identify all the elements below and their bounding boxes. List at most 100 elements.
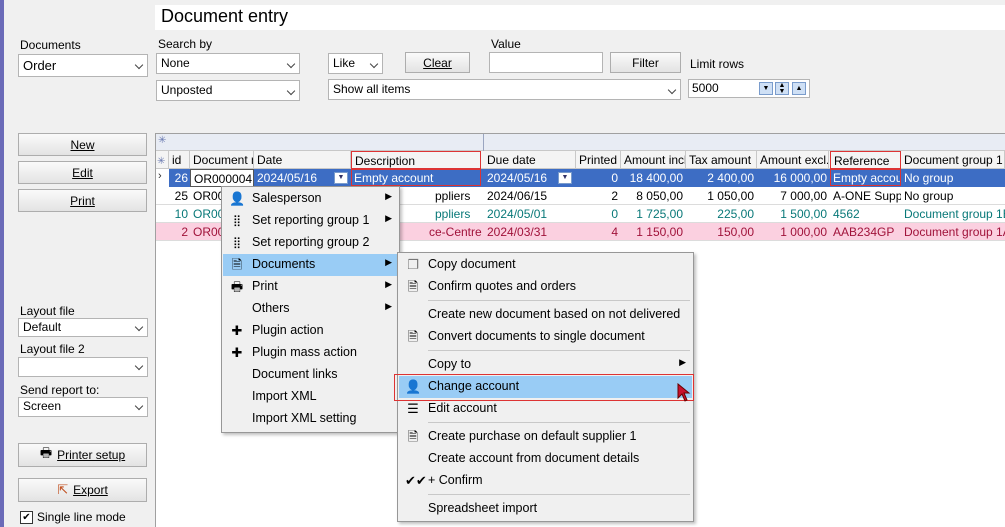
person-icon: 👤 [229, 191, 246, 206]
document-icon: 🗎 [407, 429, 419, 444]
value-input[interactable] [489, 52, 603, 73]
menu-item-confirm[interactable]: ✔✔ + Confirm [399, 470, 692, 492]
chevron-down-icon [286, 86, 296, 96]
col-header-tax-amount[interactable]: Tax amount [686, 151, 757, 169]
col-header-amount-incl[interactable]: Amount incl. [621, 151, 686, 169]
col-header-amount-excl[interactable]: Amount excl. [757, 151, 829, 169]
edit-button[interactable]: Edit [18, 161, 147, 184]
menu-item-copy-document[interactable]: ❐ Copy document [399, 254, 692, 276]
date-dropdown-icon[interactable]: ▼ [334, 172, 348, 184]
description-highlight-box [351, 169, 481, 186]
layout-file2-select[interactable] [18, 357, 148, 377]
menu-item-edit-account[interactable]: ☰ Edit account [399, 398, 692, 420]
status-select[interactable]: Unposted [156, 80, 300, 101]
row-indicator-header: ✳ [156, 151, 169, 169]
col-header-document-number[interactable]: Document nu [190, 151, 254, 169]
menu-item-create-new-document[interactable]: Create new document based on not deliver… [399, 304, 692, 326]
spin-updown-icon[interactable]: ▲ ▼ [775, 82, 789, 95]
spin-down-icon[interactable]: ▼ [759, 82, 773, 95]
asterisk-icon: ✳ [157, 156, 166, 167]
filter-button[interactable]: Filter [610, 52, 681, 73]
limit-rows-value: 5000 [692, 81, 719, 95]
send-report-label: Send report to: [20, 383, 100, 397]
menu-item-print[interactable]: 🖶 Print ▶ [223, 276, 398, 298]
puzzle-icon: ✚ [231, 345, 243, 360]
operator-select[interactable]: Like [328, 53, 383, 74]
menu-item-set-reporting-group-2[interactable]: ⣿ Set reporting group 2 [223, 232, 398, 254]
search-by-label: Search by [158, 37, 213, 51]
menu-item-set-reporting-group-1[interactable]: ⣿ Set reporting group 1 ▶ [223, 210, 398, 232]
documents-select[interactable]: Order [18, 54, 148, 77]
new-button[interactable]: New [18, 133, 147, 156]
single-line-checkbox[interactable]: ✔ [20, 511, 33, 524]
spin-up-icon[interactable]: ▲ [792, 82, 806, 95]
menu-item-create-account[interactable]: Create account from document details [399, 448, 692, 470]
document-icon: 🗎 [407, 279, 419, 294]
menu-item-others[interactable]: Others ▶ [223, 298, 398, 320]
menu-item-document-links[interactable]: Document links [223, 364, 398, 386]
puzzle-icon: ✚ [231, 323, 243, 338]
documents-label: Documents [20, 38, 81, 52]
submenu-arrow-icon: ▶ [679, 357, 686, 367]
single-line-label: Single line mode [37, 510, 126, 524]
limit-rows-label: Limit rows [690, 57, 745, 71]
printer-icon: 🖶 [230, 279, 244, 294]
col-header-document-group[interactable]: Document group 1 [901, 151, 1005, 169]
col-header-due-date[interactable]: Due date [484, 151, 576, 169]
submenu-arrow-icon: ▶ [385, 301, 392, 311]
grid-header: ✳ id Document nu Date Description Due da… [156, 151, 1005, 169]
menu-item-create-purchase[interactable]: 🗎 Create purchase on default supplier 1 [399, 426, 692, 448]
col-header-date[interactable]: Date [254, 151, 351, 169]
grid-dots-icon: ⣿ [232, 237, 242, 249]
show-items-select[interactable]: Show all items [328, 79, 681, 100]
show-items-value: Show all items [333, 82, 411, 96]
send-report-select[interactable]: Screen [18, 397, 148, 417]
layout-file-label: Layout file [20, 304, 75, 318]
asterisk-icon: ✳ [158, 135, 167, 146]
chevron-down-icon [134, 60, 144, 70]
chevron-down-icon [134, 361, 144, 371]
menu-item-import-xml-setting[interactable]: Import XML setting [223, 408, 398, 430]
col-header-description[interactable]: Description [351, 151, 481, 169]
layout-file-select[interactable]: Default [18, 318, 148, 337]
col-header-id[interactable]: id [169, 151, 190, 169]
document-number-cell-editing[interactable]: OR000004 [190, 169, 254, 187]
submenu-arrow-icon: ▶ [385, 213, 392, 223]
col-header-reference[interactable]: Reference [830, 151, 901, 169]
export-button[interactable]: ⇱ Export [18, 478, 147, 502]
menu-item-salesperson[interactable]: 👤 Salesperson ▶ [223, 188, 398, 210]
left-window-edge [0, 0, 4, 527]
clear-button[interactable]: Clear [405, 52, 470, 73]
document-icon: 🗎 [407, 329, 419, 344]
menu-item-documents[interactable]: 🗎 Documents ▶ [223, 254, 398, 276]
menu-item-spreadsheet-import[interactable]: Spreadsheet import [399, 498, 692, 520]
chevron-down-icon [369, 59, 379, 69]
submenu-arrow-icon: ▶ [385, 279, 392, 289]
search-by-select[interactable]: None [156, 53, 300, 74]
limit-rows-spinner[interactable]: 5000 ▼ ▲ ▼ ▲ [688, 79, 810, 98]
list-icon: ☰ [407, 401, 419, 416]
chevron-down-icon [286, 59, 296, 69]
print-button[interactable]: Print [18, 189, 147, 212]
printer-setup-button[interactable]: 🖶 Printer setup [18, 443, 147, 467]
grid-group-band: ✳ [156, 134, 1005, 151]
menu-item-copy-to[interactable]: Copy to ▶ [399, 354, 692, 376]
current-row-arrow-icon: › [156, 169, 169, 187]
menu-item-plugin-mass-action[interactable]: ✚ Plugin mass action [223, 342, 398, 364]
menu-item-import-xml[interactable]: Import XML [223, 386, 398, 408]
chevron-down-icon [134, 401, 144, 411]
send-report-value: Screen [23, 399, 62, 413]
page-title: Document entry [161, 6, 289, 26]
due-date-dropdown-icon[interactable]: ▼ [558, 172, 572, 184]
document-icon: 🗎 [231, 257, 243, 272]
menu-item-convert-documents[interactable]: 🗎 Convert documents to single document [399, 326, 692, 348]
search-by-value: None [161, 56, 190, 70]
menu-item-plugin-action[interactable]: ✚ Plugin action [223, 320, 398, 342]
col-header-printed[interactable]: Printed [576, 151, 621, 169]
chevron-down-icon [134, 322, 144, 332]
copy-icon: ❐ [407, 257, 419, 272]
status-value: Unposted [161, 83, 213, 97]
menu-item-confirm-quotes[interactable]: 🗎 Confirm quotes and orders [399, 276, 692, 298]
change-account-highlight-box [394, 374, 694, 401]
context-menu: 👤 Salesperson ▶ ⣿ Set reporting group 1 ▶ ⣿ S… [221, 186, 400, 433]
